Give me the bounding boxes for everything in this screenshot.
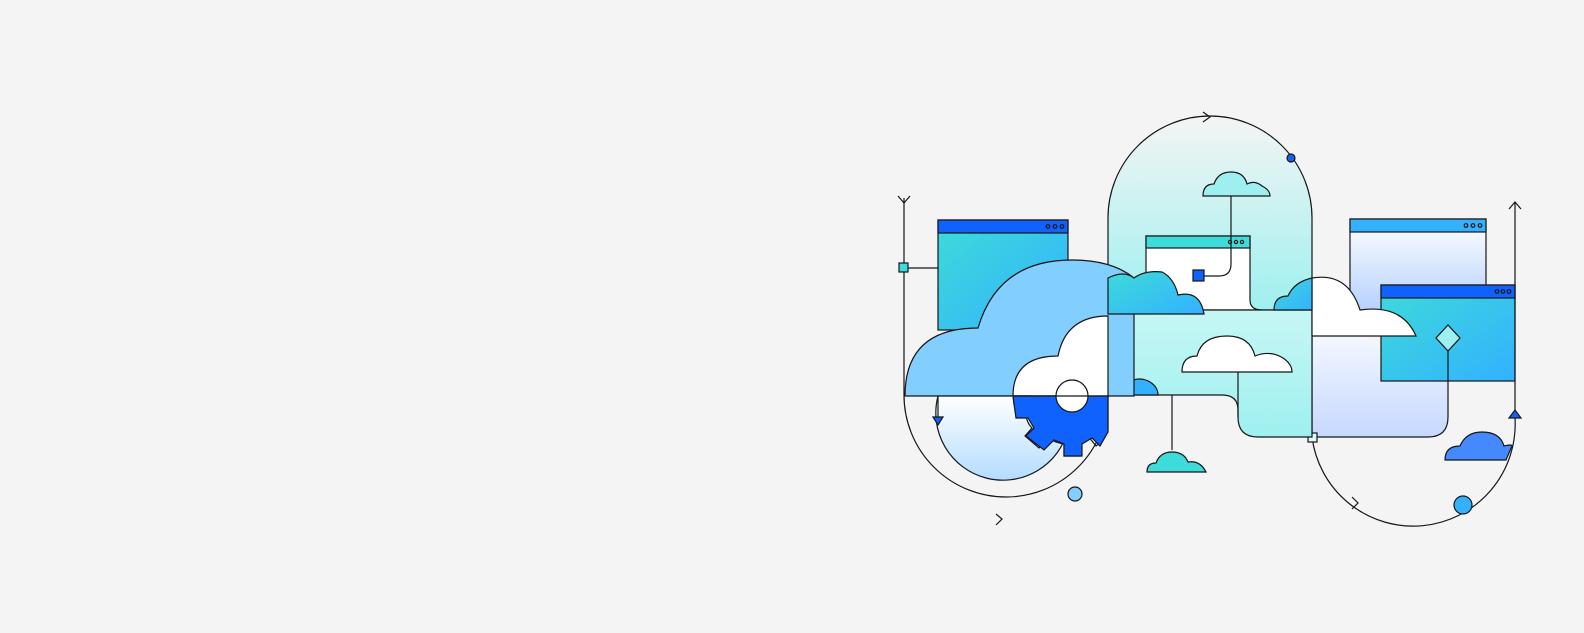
connector-node-icon (1453, 495, 1473, 515)
flow-arrow-icon (995, 513, 1003, 526)
mint-panel (1107, 309, 1313, 438)
banner (0, 0, 1584, 633)
connector-node-icon (1286, 153, 1296, 163)
connector-node-icon (898, 262, 909, 273)
flow-arrow-icon (1507, 409, 1523, 419)
connector-node-icon (1067, 486, 1083, 502)
cloud-icon (1146, 451, 1207, 473)
connector-node-icon (1192, 269, 1205, 282)
hybrid-cloud-illustration (897, 111, 1523, 527)
cloud-icon (1444, 431, 1513, 461)
